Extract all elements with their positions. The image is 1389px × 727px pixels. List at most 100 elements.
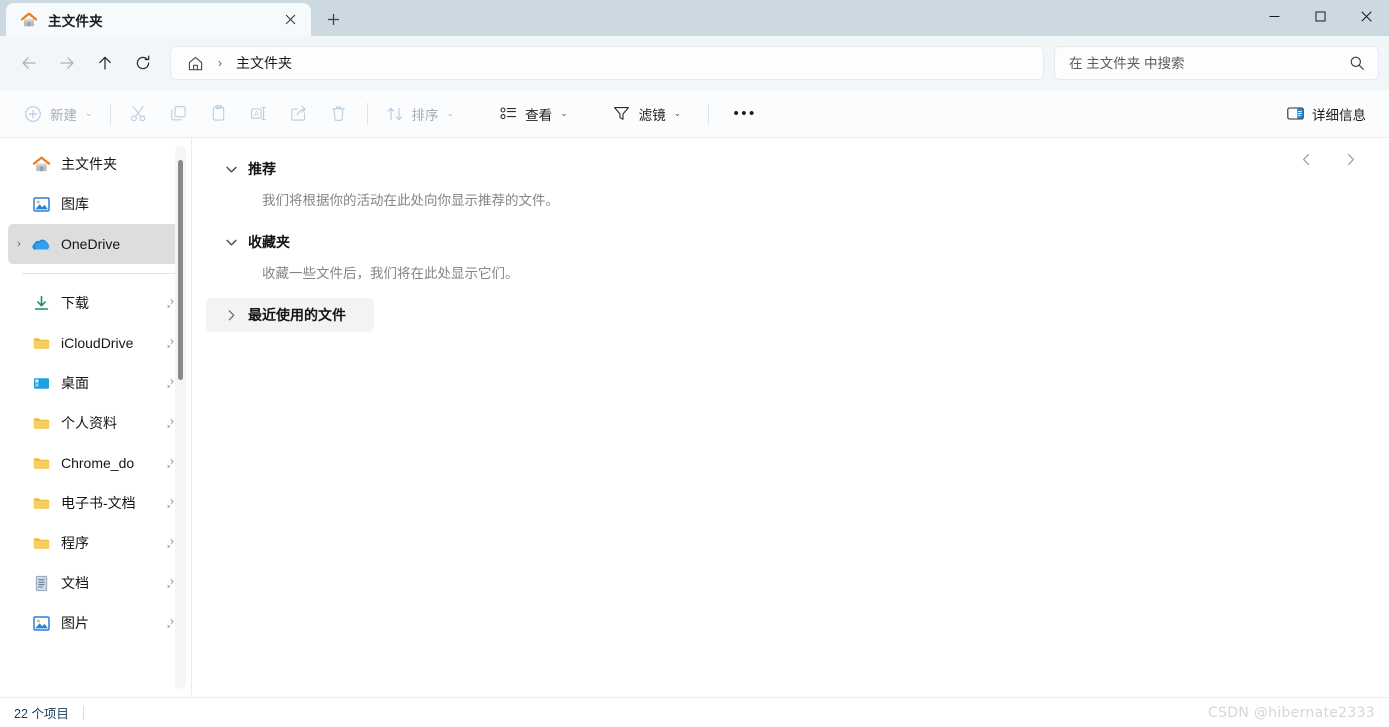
tab-title: 主文件夹 (48, 13, 103, 29)
sidebar-item-gallery[interactable]: 图库 (8, 184, 182, 224)
sidebar-item-label: 电子书-文档 (61, 495, 136, 511)
chevron-down-icon[interactable] (214, 235, 248, 250)
sidebar-scrollbar-thumb[interactable] (178, 160, 183, 380)
pin-icon[interactable] (160, 617, 176, 630)
window-controls (1251, 0, 1389, 33)
sidebar-item-label: 下载 (61, 295, 89, 311)
folder-icon (30, 492, 52, 514)
carousel-prev-button[interactable] (1291, 144, 1321, 174)
search-input[interactable] (1069, 55, 1346, 71)
toolbar-divider-2 (366, 102, 368, 125)
refresh-button[interactable] (124, 45, 162, 81)
pin-icon[interactable] (160, 537, 176, 550)
address-bar[interactable]: › 主文件夹 (170, 46, 1044, 80)
details-pane-button[interactable]: 详细信息 (1276, 97, 1375, 131)
sidebar-item-chrome-downloads[interactable]: Chrome_do (8, 443, 182, 483)
sidebar-item-desktop[interactable]: 桌面 (8, 363, 182, 403)
sidebar-item-onedrive[interactable]: › OneDrive (8, 224, 182, 264)
chevron-down-icon: ⌄ (85, 108, 93, 118)
pin-icon[interactable] (160, 297, 176, 310)
item-count-label: 22 个项目 (14, 707, 69, 721)
sidebar-item-label: 主文件夹 (61, 156, 117, 172)
chevron-right-icon[interactable] (214, 308, 248, 323)
gallery-icon (30, 193, 52, 215)
pin-icon[interactable] (160, 377, 176, 390)
close-icon[interactable] (277, 7, 303, 33)
folder-icon (30, 452, 52, 474)
trash-icon (329, 104, 349, 124)
sidebar-item-label: iCloudDrive (61, 335, 134, 351)
back-button[interactable] (10, 45, 48, 81)
forward-button[interactable] (48, 45, 86, 81)
section-title: 推荐 (248, 161, 276, 177)
minimize-button[interactable] (1251, 0, 1297, 33)
clipboard-icon (209, 104, 229, 124)
breadcrumb-current[interactable]: 主文件夹 (232, 51, 296, 75)
watermark: CSDN @hibernate2333 (1207, 704, 1375, 721)
section-header-recent-files[interactable]: 最近使用的文件 (206, 298, 374, 332)
pin-icon[interactable] (160, 417, 176, 430)
copy-button[interactable] (159, 97, 199, 131)
chevron-down-icon[interactable] (214, 162, 248, 177)
maximize-button[interactable] (1297, 0, 1343, 33)
section-recommended: 推荐 我们将根据你的活动在此处向你显示推荐的文件。 (206, 152, 1389, 209)
up-button[interactable] (86, 45, 124, 81)
sidebar-item-documents[interactable]: 文档 (8, 563, 182, 603)
cut-button[interactable] (119, 97, 159, 131)
search-icon[interactable] (1346, 55, 1368, 71)
filter-button[interactable]: 滤镜 ⌄ (603, 97, 691, 131)
pin-icon[interactable] (160, 457, 176, 470)
pin-icon[interactable] (160, 337, 176, 350)
sort-button[interactable]: 排序 ⌄ (376, 97, 464, 131)
rename-icon: A (249, 104, 269, 124)
delete-button[interactable] (319, 97, 359, 131)
new-tab-button[interactable] (315, 4, 351, 34)
sort-icon (385, 104, 405, 124)
sidebar-item-personal[interactable]: 个人资料 (8, 403, 182, 443)
sidebar-item-pictures[interactable]: 图片 (8, 603, 182, 643)
view-button[interactable]: 查看 ⌄ (489, 97, 577, 131)
sidebar-item-ebook-docs[interactable]: 电子书-文档 (8, 483, 182, 523)
tab-home-folder[interactable]: 主文件夹 (6, 3, 311, 36)
sidebar-item-downloads[interactable]: 下载 (8, 283, 182, 323)
pin-icon[interactable] (160, 577, 176, 590)
explorer-body: 主文件夹 图库 › OneDrive 下载 iCloudDrive 桌面 个人资… (0, 138, 1389, 697)
search-box[interactable] (1054, 46, 1379, 80)
home-folder-icon (20, 11, 38, 29)
close-window-button[interactable] (1343, 0, 1389, 33)
view-button-label: 查看 (525, 107, 553, 123)
section-title: 最近使用的文件 (248, 307, 346, 323)
chevron-down-icon: ⌄ (560, 108, 568, 118)
pictures-icon (30, 612, 52, 634)
section-recent-files: 最近使用的文件 (206, 298, 1389, 332)
status-divider (82, 705, 84, 720)
view-list-icon (498, 104, 518, 124)
home-icon[interactable] (183, 53, 208, 74)
sidebar-item-programs[interactable]: 程序 (8, 523, 182, 563)
carousel-pager (1291, 144, 1365, 174)
new-button[interactable]: 新建 ⌄ (14, 97, 102, 131)
share-button[interactable] (279, 97, 319, 131)
tab-strip: 主文件夹 (0, 0, 351, 36)
scissors-icon (129, 104, 149, 124)
section-header-recommended[interactable]: 推荐 (206, 152, 290, 186)
section-favorites: 收藏夹 收藏一些文件后，我们将在此处显示它们。 (206, 225, 1389, 282)
sidebar-item-label: 图片 (61, 615, 89, 631)
paste-button[interactable] (199, 97, 239, 131)
section-header-favorites[interactable]: 收藏夹 (206, 225, 304, 259)
filter-icon (612, 104, 632, 124)
plus-circle-icon (23, 104, 43, 124)
more-options-button[interactable]: ••• (725, 97, 765, 131)
sidebar-item-iclouddrive[interactable]: iCloudDrive (8, 323, 182, 363)
copy-icon (169, 104, 189, 124)
toolbar-divider (109, 102, 111, 125)
status-bar: 22 个项目 CSDN @hibernate2333 (0, 697, 1389, 727)
chevron-right-icon[interactable]: › (8, 238, 30, 250)
svg-text:A: A (254, 111, 259, 118)
share-icon (289, 104, 309, 124)
rename-button[interactable]: A (239, 97, 279, 131)
carousel-next-button[interactable] (1335, 144, 1365, 174)
pin-icon[interactable] (160, 497, 176, 510)
navigation-pane[interactable]: 主文件夹 图库 › OneDrive 下载 iCloudDrive 桌面 个人资… (0, 138, 192, 697)
sidebar-item-home[interactable]: 主文件夹 (8, 144, 182, 184)
